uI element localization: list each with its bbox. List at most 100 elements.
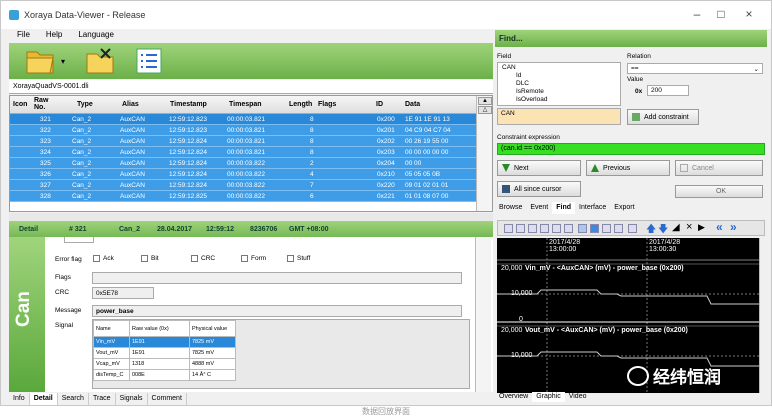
col-icon[interactable]: Icon <box>13 101 27 108</box>
tab-interface[interactable]: Interface <box>575 202 610 214</box>
marker-icon[interactable]: ◢ <box>672 222 680 233</box>
signal-row[interactable]: Vcap_mV 1318 4888 mV <box>93 358 236 370</box>
all-since-cursor-button[interactable]: All since cursor <box>497 181 581 197</box>
table-row[interactable]: 325 Can_2 AuxCAN 12:59:12.824 00:00:03.822 2 0… <box>10 158 476 169</box>
table-row[interactable]: 321 Can_2 AuxCAN 12:59:12.823 00:00:03.821 8 0… <box>10 114 476 125</box>
menu-help[interactable]: Help <box>46 30 62 43</box>
close-icon[interactable]: × <box>739 7 759 21</box>
form-checkbox[interactable]: Form <box>241 255 266 262</box>
tree-item-isoverload[interactable]: IsOverload <box>516 96 547 103</box>
settings-icon[interactable] <box>614 224 623 233</box>
col-id[interactable]: ID <box>376 101 383 108</box>
tab-event[interactable]: Event <box>526 202 552 214</box>
col-type[interactable]: Type <box>77 101 93 108</box>
cursor-icon[interactable] <box>578 224 587 233</box>
tab-graphic[interactable]: Graphic <box>532 392 565 402</box>
next-button[interactable]: Next <box>497 160 581 176</box>
col-flags[interactable]: Flags <box>318 101 336 108</box>
grid-icon[interactable] <box>602 224 611 233</box>
tab-signals[interactable]: Signals <box>116 393 148 405</box>
signal-row[interactable]: disTemp_C 008E 14 Å° C <box>93 369 236 381</box>
ok-button[interactable]: OK <box>675 185 763 198</box>
scroll-top-icon[interactable]: △ <box>478 106 492 114</box>
arrow-down-blue-icon[interactable]: 🡇 <box>658 222 668 239</box>
col-data[interactable]: Data <box>405 101 420 108</box>
stuff-checkbox[interactable]: Stuff <box>287 255 310 262</box>
cut-icon[interactable]: ▶ <box>698 222 705 233</box>
menu-language[interactable]: Language <box>78 30 114 43</box>
tab-video[interactable]: Video <box>565 392 591 402</box>
bit-checkbox[interactable]: Bit <box>141 255 159 262</box>
tab-comment[interactable]: Comment <box>148 393 187 405</box>
tab-detail[interactable]: Detail <box>29 393 58 405</box>
tab-export[interactable]: Export <box>610 202 638 214</box>
image-icon[interactable] <box>628 224 637 233</box>
table-row[interactable]: 322 Can_2 AuxCAN 12:59:12.823 00:00:03.821 8 0… <box>10 125 476 136</box>
previous-button[interactable]: Previous <box>586 160 670 176</box>
arrow-up-blue-icon[interactable]: 🡅 <box>646 222 656 239</box>
grid-scrollbar[interactable]: ▲ △ <box>476 96 492 211</box>
menu-file[interactable]: File <box>17 30 30 43</box>
ack-checkbox[interactable]: Ack <box>93 255 114 262</box>
constraint-expression[interactable]: (can.id == 0x200) <box>497 143 765 155</box>
zoom-in-icon[interactable] <box>504 224 513 233</box>
open-folder-icon[interactable] <box>23 46 57 76</box>
col-timespan[interactable]: Timespan <box>229 101 262 108</box>
zoom-box-icon[interactable] <box>564 224 573 233</box>
zoom-out-icon[interactable] <box>516 224 525 233</box>
tree-item-isremote[interactable]: IsRemote <box>516 88 544 95</box>
splitter[interactable] <box>9 213 493 221</box>
tab-trace[interactable]: Trace <box>89 393 116 405</box>
col-alias[interactable]: Alias <box>122 101 139 108</box>
open-dropdown-icon[interactable]: ▾ <box>61 57 65 66</box>
zoom-x-icon[interactable] <box>540 224 549 233</box>
col-raw-no[interactable]: Raw No. <box>34 97 54 111</box>
tab-find[interactable]: Find <box>552 202 576 214</box>
col-timestamp[interactable]: Timestamp <box>170 101 207 108</box>
sig-col-name[interactable]: Name <box>93 320 130 337</box>
dropdown-stub[interactable] <box>64 237 94 243</box>
table-row[interactable]: 327 Can_2 AuxCAN 12:59:12.824 00:00:03.822 7 0… <box>10 180 476 191</box>
tab-browse[interactable]: Browse <box>495 202 526 214</box>
next-page-icon[interactable]: » <box>730 220 737 234</box>
sig-col-phys[interactable]: Physical value <box>189 320 236 337</box>
table-row[interactable]: 326 Can_2 AuxCAN 12:59:12.824 00:00:03.822 4 0… <box>10 169 476 180</box>
message-field[interactable]: power_base <box>92 305 462 317</box>
crc-checkbox[interactable]: CRC <box>191 255 215 262</box>
signal-row[interactable]: Vin_mV 1E91 7825 mV <box>93 336 236 348</box>
zoom-y-icon[interactable] <box>552 224 561 233</box>
close-marker-icon[interactable]: × <box>686 221 692 233</box>
detail-scrollbar[interactable] <box>475 237 491 392</box>
add-constraint-button[interactable]: Add constraint <box>627 109 699 125</box>
maximize-icon[interactable]: □ <box>711 7 731 21</box>
tree-item-dlc[interactable]: DLC <box>516 80 529 87</box>
value-input[interactable]: 200 <box>647 85 689 96</box>
scroll-up-icon[interactable]: ▲ <box>478 97 492 105</box>
relation-select[interactable]: == ⌄ <box>627 63 763 74</box>
list-icon[interactable] <box>133 46 167 76</box>
close-file-icon[interactable] <box>83 46 117 76</box>
crc-field[interactable]: 0x5E78 <box>92 287 154 299</box>
tree-item-can[interactable]: CAN <box>502 64 516 71</box>
zoom-fit-icon[interactable] <box>528 224 537 233</box>
sig-raw: 1E91 <box>129 347 190 359</box>
tree-item-id[interactable]: Id <box>516 72 521 79</box>
file-tab[interactable]: XorayaQuadVS-0001.dli <box>9 80 493 94</box>
tab-overview[interactable]: Overview <box>495 392 532 402</box>
field-tree[interactable]: CAN Id DLC IsRemote IsOverload <box>497 62 621 106</box>
signal-row[interactable]: Vout_mV 1E91 7825 mV <box>93 347 236 359</box>
table-row[interactable]: 323 Can_2 AuxCAN 12:59:12.824 00:00:03.821 8 0… <box>10 136 476 147</box>
table-row[interactable]: 328 Can_2 AuxCAN 12:59:12.825 00:00:03.822 6 0… <box>10 191 476 202</box>
select-icon[interactable] <box>590 224 599 233</box>
prev-page-icon[interactable]: « <box>716 220 723 234</box>
cancel-button[interactable]: Cancel <box>675 160 763 176</box>
selected-field-box[interactable]: CAN <box>497 108 621 125</box>
minimize-icon[interactable]: – <box>687 7 707 21</box>
tab-search[interactable]: Search <box>58 393 89 405</box>
table-row[interactable]: 324 Can_2 AuxCAN 12:59:12.824 00:00:03.821 8 0… <box>10 147 476 158</box>
plot-scrollbar[interactable] <box>759 238 767 393</box>
col-length[interactable]: Length <box>289 101 312 108</box>
flags-field[interactable] <box>92 272 462 284</box>
tab-info[interactable]: Info <box>9 393 30 405</box>
sig-col-raw[interactable]: Raw value (0x) <box>129 320 190 337</box>
